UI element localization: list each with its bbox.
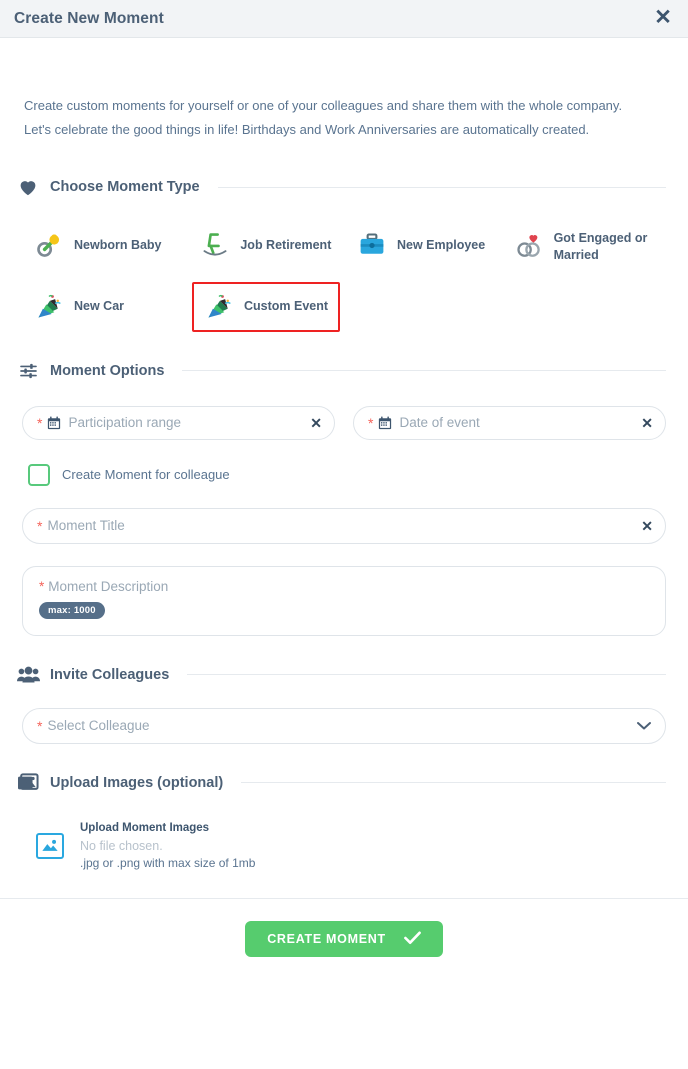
modal-header: Create New Moment ✕ [0,0,688,38]
section-invite-colleagues: Invite Colleagues [16,664,666,686]
moment-title-input[interactable]: * Moment Title ✕ [22,507,666,544]
section-title: Invite Colleagues [50,666,170,683]
required-asterisk: * [37,414,43,431]
section-upload-images: Upload Images (optional) [16,772,666,794]
people-icon [16,664,40,686]
moment-type-job-retirement[interactable]: Job Retirement [188,220,345,270]
calendar-icon [47,416,61,430]
moment-description-placeholder-row: * Moment Description [39,579,649,594]
moment-type-label: New Employee [396,237,486,252]
required-asterisk: * [37,517,43,534]
modal-footer: CREATE MOMENT [0,899,688,958]
moment-type-custom-event[interactable]: Custom Event [192,281,341,332]
create-moment-button[interactable]: CREATE MOMENT [245,921,443,958]
moment-type-label: Custom Event [244,299,329,314]
moment-type-row-1: Newborn Baby Job Retirement New Employee… [22,220,666,274]
moment-type-got-engaged-or-married[interactable]: Got Engaged or Married [502,220,666,274]
upload-texts: Upload Moment Images No file chosen. .jp… [80,820,255,872]
section-divider [217,186,666,188]
section-moment-options: Moment Options [16,360,666,382]
section-divider [187,674,666,676]
upload-moment-images-row[interactable]: Upload Moment Images No file chosen. .jp… [36,820,666,872]
date-of-event-placeholder: Date of event [399,415,480,431]
section-title: Moment Options [50,362,165,379]
upload-hint: .jpg or .png with max size of 1mb [80,855,256,870]
select-colleague-placeholder: Select Colleague [47,718,150,734]
wedding-rings-icon [514,232,544,262]
chevron-down-icon[interactable] [637,721,651,730]
participation-range-input[interactable]: * Participation range ✕ [22,405,335,440]
moment-description-input[interactable]: * Moment Description max: 1000 [22,565,666,636]
page-title: Create New Moment [14,9,164,27]
moment-type-list: Newborn Baby Job Retirement New Employee… [22,220,666,332]
section-divider [182,370,666,372]
moment-type-label: New Car [74,299,125,314]
modal-body: Create custom moments for yourself or on… [0,94,688,872]
section-title: Choose Moment Type [50,179,200,196]
moment-type-new-employee[interactable]: New Employee [345,220,502,270]
sliders-icon [16,360,40,382]
create-for-colleague-checkbox[interactable] [28,463,50,486]
moment-type-row-2: New Car Custom Event [22,281,666,332]
party-popper-icon [204,292,234,322]
check-icon [403,931,421,948]
select-colleague-dropdown[interactable]: * Select Colleague [22,707,666,744]
required-asterisk: * [39,578,45,594]
clear-icon[interactable]: ✕ [310,416,322,430]
clear-icon[interactable]: ✕ [641,519,653,533]
date-of-event-input[interactable]: * Date of event ✕ [353,405,666,440]
create-moment-label: CREATE MOMENT [267,932,386,947]
party-popper-icon [34,292,64,322]
pacifier-icon [34,230,64,260]
create-for-colleague-label: Create Moment for colleague [62,467,230,483]
required-asterisk: * [37,717,43,734]
moment-description-placeholder: Moment Description [48,578,169,594]
moment-type-label: Got Engaged or Married [553,231,648,262]
create-for-colleague-row: Create Moment for colleague [28,463,666,486]
select-colleague-row: * Select Colleague [22,707,666,744]
required-asterisk: * [368,414,374,431]
image-upload-icon[interactable] [36,832,64,859]
upload-title: Upload Moment Images [80,821,210,834]
moment-type-new-car[interactable]: New Car [22,282,192,332]
rocking-chair-icon [200,230,230,260]
briefcase-icon [357,230,387,260]
images-icon [16,772,40,794]
calendar-icon [378,416,392,430]
participation-range-placeholder: Participation range [68,415,182,431]
moment-type-label: Job Retirement [240,237,332,252]
moment-title-row: * Moment Title ✕ [22,507,666,544]
section-title: Upload Images (optional) [50,774,224,791]
clear-icon[interactable]: ✕ [641,416,653,430]
moment-type-label: Newborn Baby [74,237,162,252]
section-choose-moment-type: Choose Moment Type [16,176,666,198]
max-length-badge: max: 1000 [39,601,105,619]
section-divider [241,782,666,784]
date-fields-row: * Participation range ✕ * Date of event … [22,405,666,440]
heart-icon [16,176,40,198]
moment-type-newborn-baby[interactable]: Newborn Baby [22,220,188,270]
upload-no-file: No file chosen. [80,838,163,853]
close-icon[interactable]: ✕ [648,2,678,32]
intro-text: Create custom moments for yourself or on… [24,98,623,138]
moment-title-placeholder: Moment Title [47,518,125,534]
